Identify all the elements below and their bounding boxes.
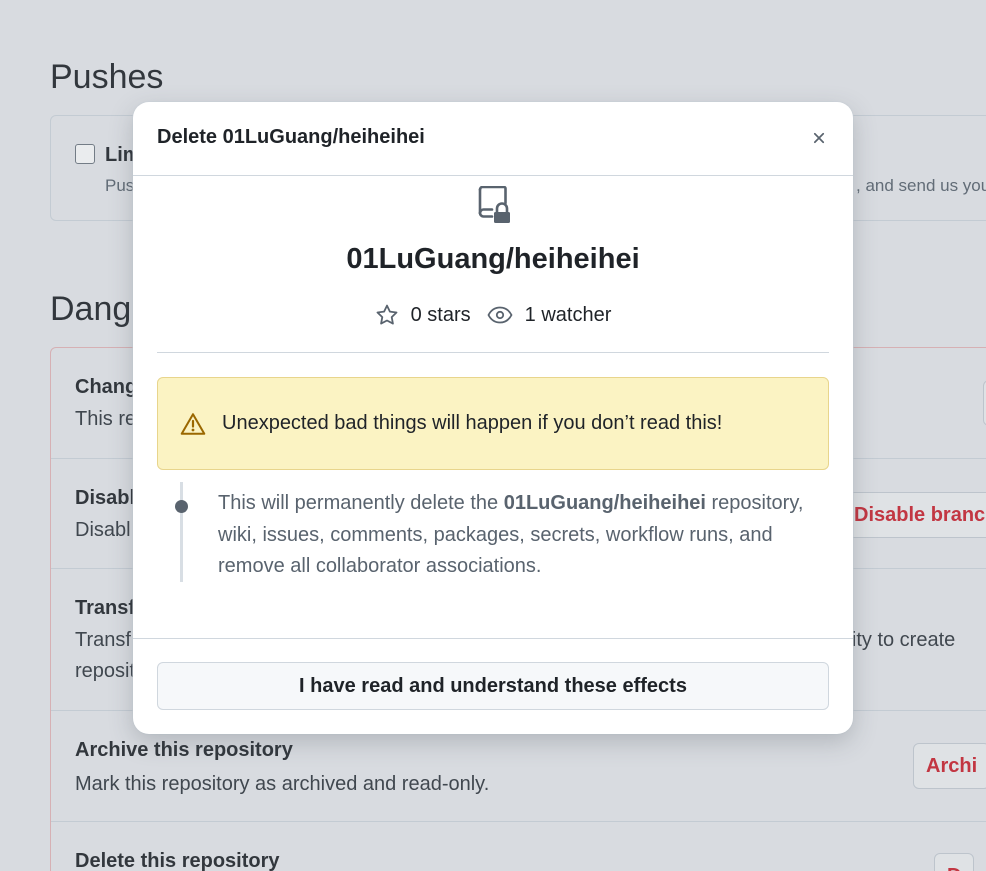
star-icon: [376, 304, 398, 325]
effect-repo-name: 01LuGuang/heiheihei: [503, 492, 706, 514]
x-icon: [813, 132, 825, 144]
timeline-line: [180, 482, 183, 582]
repository-stats: 0 stars 1 watcher: [133, 302, 853, 328]
repository-name: 01LuGuang/heiheihei: [346, 243, 640, 275]
watchers-count: 1 watcher: [487, 303, 612, 327]
delete-effects-list: This will permanently delete the 01LuGua…: [157, 480, 829, 584]
delete-repository-dialog: Delete 01LuGuang/heiheihei 01LuGuang/hei…: [133, 102, 853, 734]
timeline-dot: [175, 500, 188, 513]
dialog-header: Delete 01LuGuang/heiheihei: [133, 102, 853, 176]
eye-icon: [487, 306, 513, 324]
alert-icon: [180, 412, 206, 435]
effect-prefix: This will permanently delete the: [218, 492, 504, 514]
warning-banner: Unexpected bad things will happen if you…: [157, 377, 829, 470]
watchers-label: 1 watcher: [524, 303, 612, 326]
dialog-title: Delete 01LuGuang/heiheihei: [157, 126, 425, 148]
close-button[interactable]: [803, 122, 835, 154]
dialog-footer: I have read and understand these effects: [133, 638, 853, 734]
dialog-divider: [157, 352, 829, 353]
delete-effect-text: This will permanently delete the 01LuGua…: [218, 488, 829, 583]
stars-count: 0 stars: [375, 303, 471, 327]
warning-text: Unexpected bad things will happen if you…: [222, 412, 723, 434]
stars-label: 0 stars: [410, 303, 471, 326]
understand-effects-button[interactable]: I have read and understand these effects: [157, 662, 829, 710]
repo-locked-icon: [478, 186, 510, 223]
